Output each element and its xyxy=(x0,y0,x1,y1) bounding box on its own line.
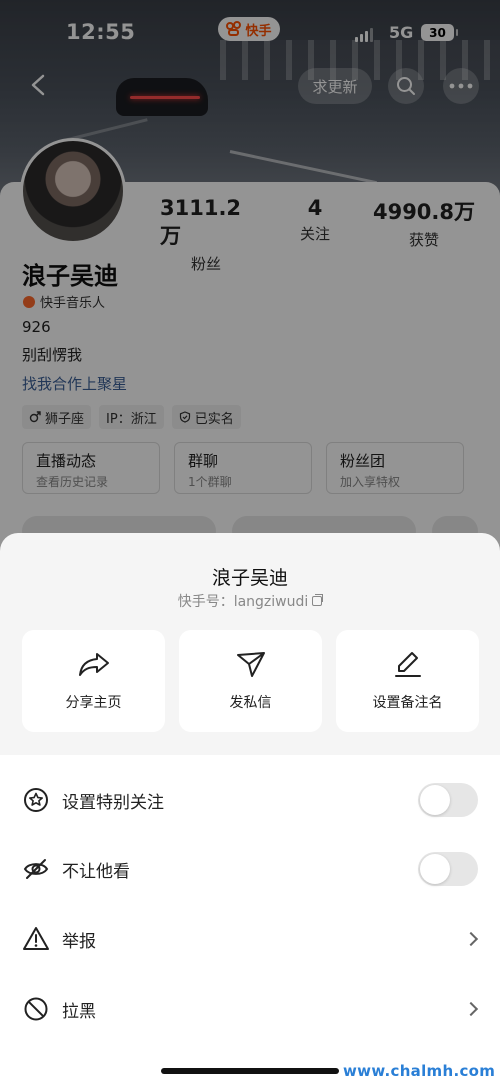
block-icon xyxy=(24,997,48,1021)
set-remark-button[interactable]: 设置备注名 xyxy=(336,630,479,732)
menu-label: 举报 xyxy=(62,931,96,952)
chevron-right-icon xyxy=(463,1001,479,1017)
hide-from-toggle[interactable] xyxy=(418,852,478,886)
eye-hidden-icon xyxy=(23,859,49,879)
warning-triangle-icon xyxy=(23,927,49,950)
menu-label: 拉黑 xyxy=(62,1001,96,1022)
action-label: 设置备注名 xyxy=(372,695,443,711)
menu-row-block[interactable]: 拉黑 xyxy=(0,974,500,1044)
chevron-right-icon xyxy=(463,931,479,947)
user-id-text: 快手号：langziwudi xyxy=(177,594,309,610)
watermark: www.chalmh.com xyxy=(343,1062,496,1080)
sheet-menu: 设置特别关注 不让他看 举报 拉黑 xyxy=(0,755,500,1083)
share-arrow-icon xyxy=(78,653,109,676)
copy-icon[interactable] xyxy=(312,594,324,606)
paper-plane-icon xyxy=(236,652,265,677)
menu-label: 设置特别关注 xyxy=(62,792,164,813)
send-message-button[interactable]: 发私信 xyxy=(179,630,322,732)
menu-row-special-follow[interactable]: 设置特别关注 xyxy=(0,765,500,835)
sheet-user-id[interactable]: 快手号：langziwudi xyxy=(0,591,500,611)
sheet-user-name: 浪子吴迪 xyxy=(211,567,288,589)
special-follow-toggle[interactable] xyxy=(418,783,478,817)
share-profile-button[interactable]: 分享主页 xyxy=(22,630,165,732)
action-label: 分享主页 xyxy=(65,695,122,711)
toggle-knob xyxy=(420,854,450,884)
star-circle-icon xyxy=(24,788,48,812)
profile-action-sheet: 浪子吴迪 快手号：langziwudi 分享主页 发私信 设置备注名 设置特别关… xyxy=(0,533,500,1083)
menu-row-hide-from[interactable]: 不让他看 xyxy=(0,834,500,904)
edit-pencil-icon xyxy=(394,652,421,677)
action-label: 发私信 xyxy=(229,695,272,711)
menu-row-report[interactable]: 举报 xyxy=(0,904,500,974)
home-indicator[interactable] xyxy=(161,1068,339,1074)
toggle-knob xyxy=(420,785,450,815)
menu-label: 不让他看 xyxy=(62,861,130,882)
